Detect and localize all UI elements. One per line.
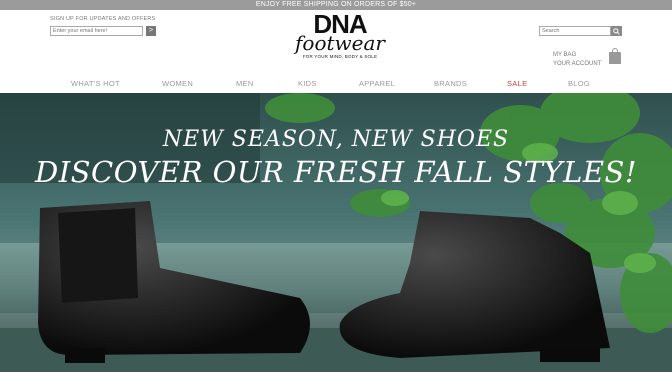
- site-logo[interactable]: DNA footwear FOR YOUR MIND, BODY & SOLE: [280, 11, 400, 74]
- my-bag-link[interactable]: MY BAG: [553, 51, 601, 60]
- nav-blog[interactable]: BLOG: [568, 75, 590, 93]
- nav-sale[interactable]: SALE: [507, 75, 527, 93]
- nav-men[interactable]: MEN: [236, 75, 254, 93]
- nav-brands[interactable]: BRANDS: [434, 75, 467, 93]
- hero-headline: NEW SEASON, NEW SHOES: [162, 127, 510, 152]
- hero-subheadline: DISCOVER OUR FRESH FALL STYLES!: [34, 155, 638, 189]
- logo-footwear: footwear: [295, 31, 385, 55]
- main-nav: WHAT'S HOT WOMEN MEN KIDS APPAREL BRANDS…: [0, 75, 672, 93]
- nav-whats-hot[interactable]: WHAT'S HOT: [71, 75, 120, 93]
- your-account-link[interactable]: YOUR ACCOUNT: [553, 60, 601, 69]
- search-bar: [539, 26, 622, 36]
- search-icon: [613, 27, 620, 35]
- account-links: MY BAG YOUR ACCOUNT: [553, 51, 601, 69]
- signup-label: SIGN UP FOR UPDATES AND OFFERS: [50, 16, 156, 22]
- search-input[interactable]: [539, 26, 611, 36]
- search-button[interactable]: [611, 26, 622, 36]
- nav-kids[interactable]: KIDS: [298, 75, 317, 93]
- signup-submit-button[interactable]: >: [146, 26, 156, 36]
- shopping-bag-icon[interactable]: [609, 48, 621, 64]
- site-header: SIGN UP FOR UPDATES AND OFFERS > DNA foo…: [0, 10, 672, 75]
- nav-women[interactable]: WOMEN: [162, 75, 193, 93]
- email-input[interactable]: [50, 26, 143, 36]
- hero-banner[interactable]: NEW SEASON, NEW SHOES DISCOVER OUR FRESH…: [0, 93, 672, 372]
- signup-form: >: [50, 26, 156, 36]
- nav-apparel[interactable]: APPAREL: [359, 75, 395, 93]
